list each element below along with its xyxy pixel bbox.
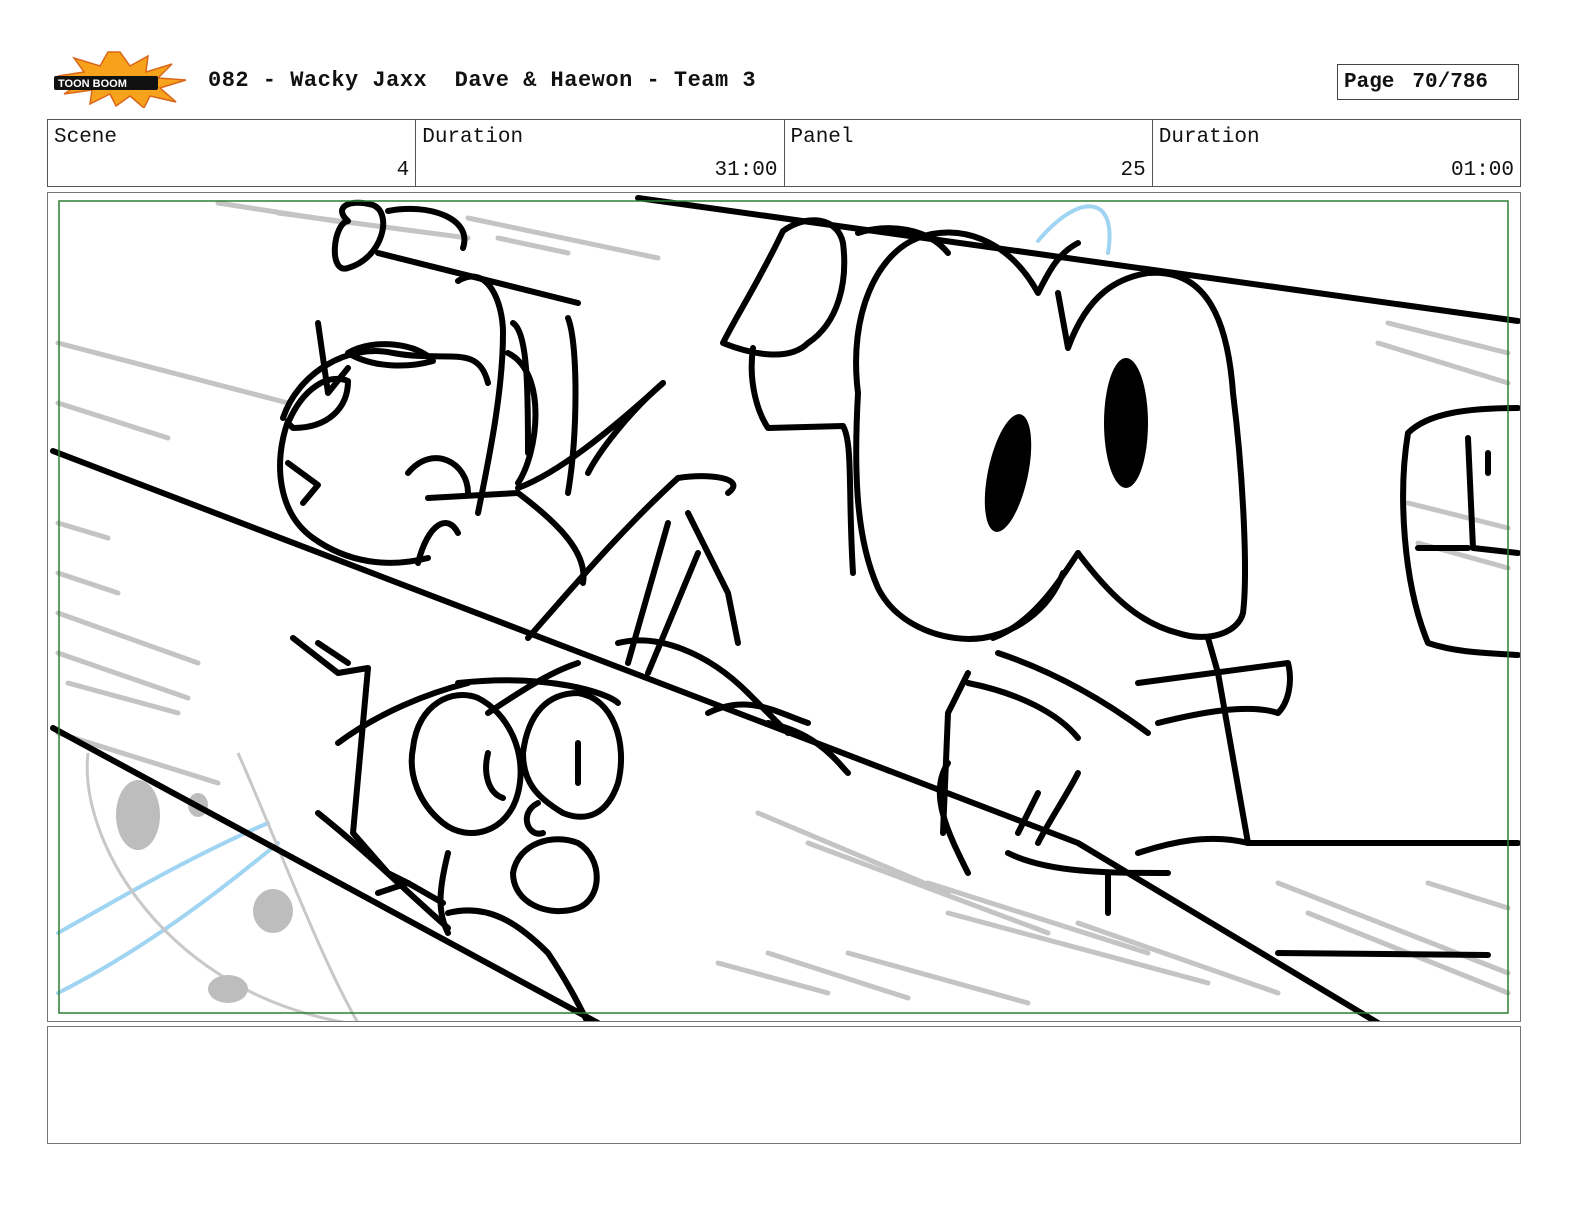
logo-text: TOON BOOM bbox=[58, 78, 127, 90]
toon-boom-logo: TOON BOOM bbox=[54, 51, 187, 108]
panel-duration-label: Duration bbox=[1158, 126, 1260, 149]
panel-duration-value: 01:00 bbox=[1450, 159, 1514, 182]
storyboard-panel bbox=[47, 192, 1521, 1022]
page-header: TOON BOOM 082 - Wacky Jaxx Dave & Haewon… bbox=[0, 0, 1582, 115]
panel-label: Panel bbox=[790, 126, 854, 149]
panel-cell: Panel 25 bbox=[785, 120, 1153, 186]
panel-value: 25 bbox=[1120, 159, 1146, 182]
scene-duration-cell: Duration 31:00 bbox=[416, 120, 785, 186]
page-indicator: Page 70/786 bbox=[1337, 64, 1519, 100]
panel-duration-cell: Duration 01:00 bbox=[1153, 120, 1520, 186]
scene-info-table: Scene 4 Duration 31:00 Panel 25 Duration… bbox=[47, 119, 1521, 187]
scene-cell: Scene 4 bbox=[48, 120, 417, 186]
panel-sketch bbox=[50, 195, 1520, 1021]
blue-construction-lines bbox=[56, 204, 1112, 995]
scene-label: Scene bbox=[54, 126, 118, 149]
scene-duration-value: 31:00 bbox=[714, 159, 778, 182]
scene-value: 4 bbox=[396, 159, 410, 182]
grey-spots bbox=[116, 780, 293, 1003]
page-label: Page bbox=[1344, 70, 1395, 94]
page-number: 70/786 bbox=[1412, 70, 1489, 94]
panel-notes-box[interactable] bbox=[47, 1026, 1521, 1144]
scene-duration-label: Duration bbox=[422, 126, 524, 149]
filled-eyes bbox=[984, 358, 1148, 532]
storyboard-title: 082 - Wacky Jaxx Dave & Haewon - Team 3 bbox=[208, 68, 757, 93]
speed-lines bbox=[55, 200, 1511, 1006]
